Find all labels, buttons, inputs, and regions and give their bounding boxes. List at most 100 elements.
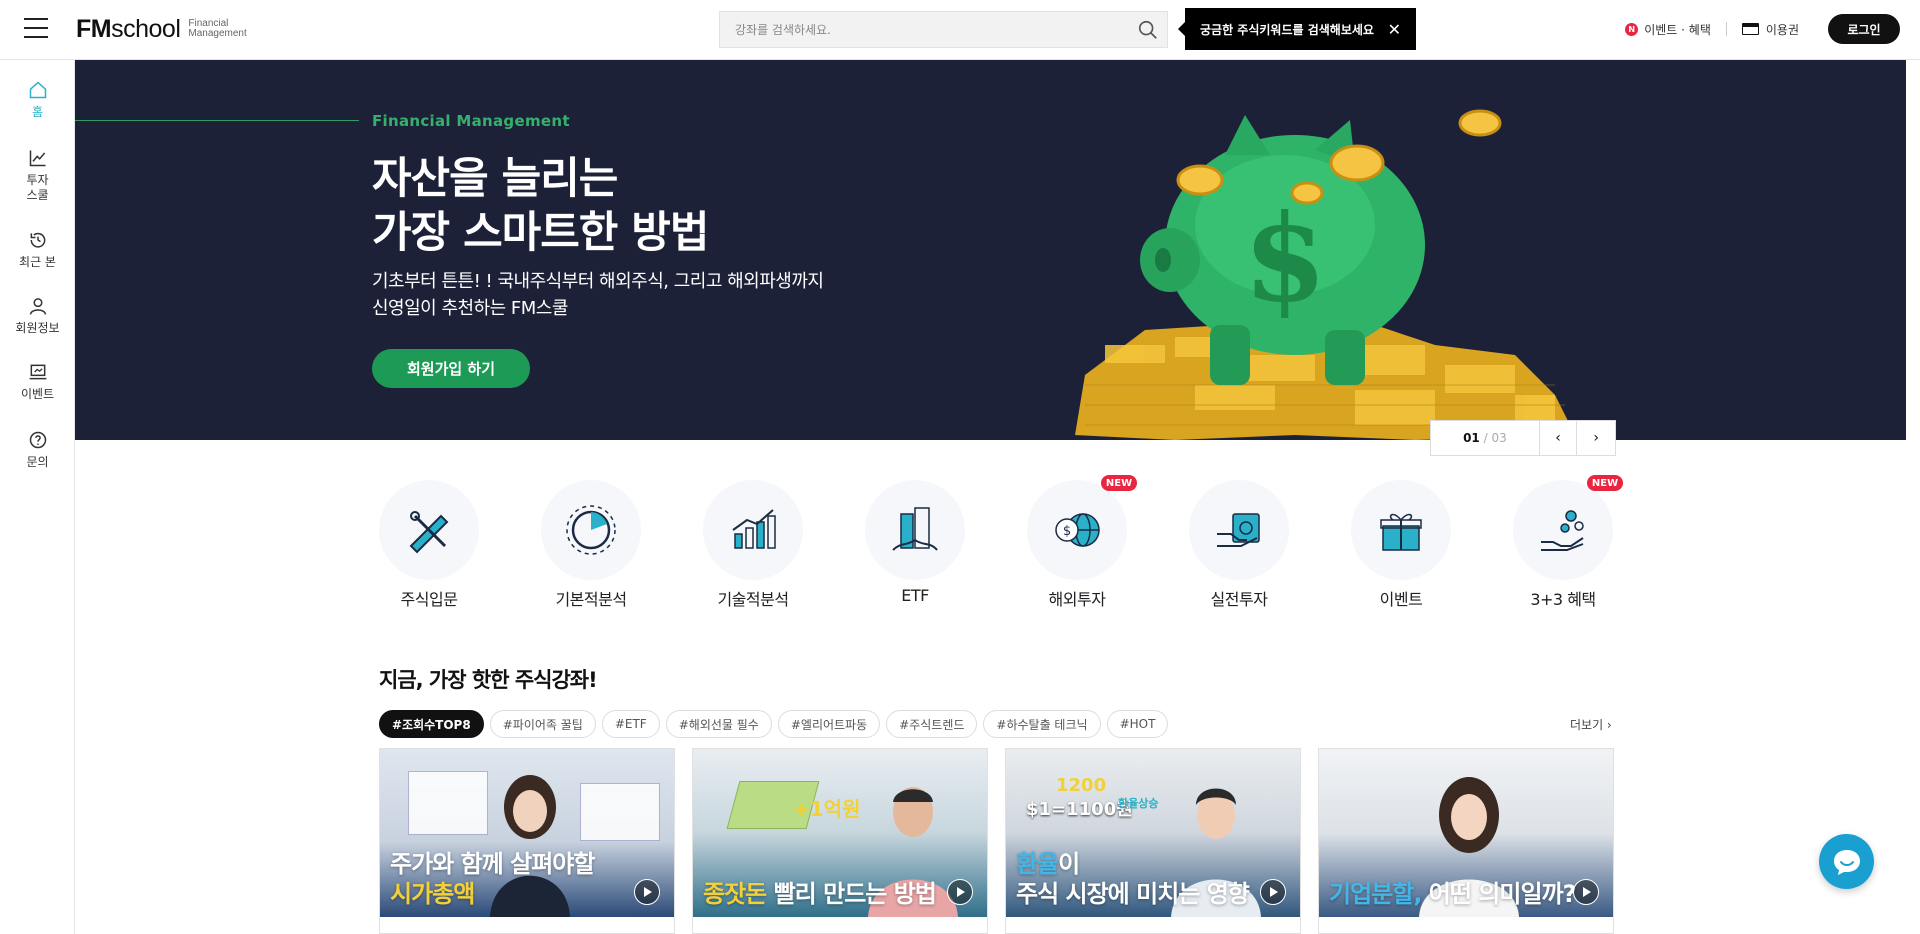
- search-input[interactable]: [720, 12, 1120, 47]
- sidebar-item-label: 이벤트: [20, 387, 55, 401]
- banner-description: 기초부터 튼튼! ! 국내주식부터 해외주식, 그리고 해외파생까지 신영일이 …: [372, 271, 824, 319]
- sidebar-item-recent[interactable]: 최근 본: [0, 230, 75, 270]
- category-label: 이벤트: [1379, 590, 1423, 609]
- login-button[interactable]: 로그인: [1828, 14, 1900, 44]
- svg-text:$: $: [1243, 188, 1327, 329]
- tag-filter[interactable]: #파이어족 꿀팁: [489, 710, 596, 738]
- tooltip-text: 궁금한 주식키워드를 검색해보세요: [1200, 22, 1374, 37]
- logo-text: FMschool: [76, 14, 181, 43]
- ticket-link[interactable]: 이용권: [1741, 21, 1799, 38]
- category-icon-wrap: $ NEW: [1027, 475, 1137, 580]
- play-icon[interactable]: [947, 879, 973, 905]
- category-stock-intro[interactable]: 주식입문: [369, 480, 489, 610]
- sidebar-item-label: 문의: [26, 455, 49, 469]
- search-box: [719, 11, 1168, 48]
- chat-button[interactable]: [1819, 834, 1874, 889]
- course-thumbnail: 주가와 함께 살펴야할 시가총액: [380, 749, 674, 917]
- category-icon-wrap: [541, 480, 641, 580]
- table-graphic: [580, 783, 660, 841]
- history-icon: [30, 232, 45, 248]
- course-thumbnail: $1=1100원 1200 환율상승 환율이 주식 시장에 미치는 영향: [1006, 749, 1300, 917]
- prev-slide-button[interactable]: ‹: [1540, 421, 1578, 455]
- tag-filter[interactable]: #엘리어트파동: [777, 710, 881, 738]
- category-3plus3[interactable]: NEW 3+3 혜택: [1503, 475, 1623, 610]
- category-label: 기술적분석: [717, 590, 789, 609]
- category-icon-wrap: [1351, 480, 1451, 580]
- play-icon[interactable]: [634, 879, 660, 905]
- search-icon[interactable]: [1137, 19, 1159, 41]
- banner-divider: [75, 120, 359, 121]
- course-card[interactable]: +1억원 종잣돈 빨리 만드는 방법: [692, 748, 988, 934]
- sidebar-item-label: 최근 본: [19, 255, 56, 269]
- course-thumbnail: 기업분할, 어떤 의미일까?: [1319, 749, 1613, 917]
- event-icon: [29, 364, 46, 380]
- tag-filter[interactable]: #하수탈출 테크닉: [983, 710, 1101, 738]
- course-card[interactable]: 기업분할, 어떤 의미일까?: [1318, 748, 1614, 934]
- course-card[interactable]: 주가와 함께 살펴야할 시가총액: [379, 748, 675, 934]
- category-icon-wrap: [865, 480, 965, 580]
- sidebar-item-home[interactable]: 홈: [0, 80, 75, 120]
- category-label: ETF: [901, 586, 929, 605]
- course-card[interactable]: $1=1100원 1200 환율상승 환율이 주식 시장에 미치는 영향: [1005, 748, 1301, 934]
- sidebar-item-help[interactable]: 문의: [0, 430, 75, 470]
- left-sidebar: 홈 투자 스쿨 최근 본 회원정보 이벤트 문의: [0, 60, 75, 934]
- menu-icon[interactable]: [24, 18, 48, 40]
- category-practical[interactable]: 실전투자: [1179, 480, 1299, 610]
- play-icon[interactable]: [1573, 879, 1599, 905]
- banner-title: 자산을 늘리는 가장 스마트한 방법: [372, 154, 709, 258]
- category-etf[interactable]: ETF: [855, 480, 975, 605]
- ticket-label: 이용권: [1765, 22, 1799, 37]
- tag-filter[interactable]: #HOT: [1106, 710, 1169, 738]
- header-utility: N 이벤트 · 혜택 이용권 로그인: [1625, 13, 1900, 45]
- category-label: 주식입문: [400, 590, 458, 609]
- sidebar-item-school[interactable]: 투자 스쿨: [0, 148, 75, 203]
- logo-subtext: Financial Management: [188, 18, 247, 39]
- tag-filter[interactable]: #ETF: [601, 710, 660, 738]
- category-icon-wrap: NEW: [1513, 475, 1623, 580]
- sidebar-item-event[interactable]: 이벤트: [0, 362, 75, 402]
- course-caption: 주가와 함께 살펴야할 시가총액: [390, 850, 595, 908]
- section-title: 지금, 가장 핫한 주식강좌!: [379, 668, 598, 692]
- sidebar-item-label: 투자 스쿨: [26, 173, 49, 202]
- play-icon[interactable]: [1260, 879, 1286, 905]
- overlay-text: $1=1100원: [1026, 799, 1133, 820]
- course-caption: 종잣돈 빨리 만드는 방법: [703, 880, 937, 908]
- tag-filter[interactable]: #해외선물 필수: [665, 710, 772, 738]
- tag-filter-list: #조회수TOP8 #파이어족 꿀팁 #ETF #해외선물 필수 #엘리어트파동 …: [379, 710, 1174, 738]
- next-slide-button[interactable]: ›: [1577, 421, 1615, 455]
- table-graphic: [408, 771, 488, 835]
- category-icon-wrap: [1189, 480, 1289, 580]
- banner-subtitle: Financial Management: [372, 112, 570, 130]
- sidebar-item-member[interactable]: 회원정보: [0, 296, 75, 336]
- buildings-icon: [892, 507, 938, 551]
- close-icon[interactable]: ✕: [1388, 20, 1401, 39]
- tag-filter[interactable]: #조회수TOP8: [379, 710, 484, 738]
- category-label: 실전투자: [1210, 590, 1268, 609]
- tag-filter[interactable]: #주식트렌드: [886, 710, 978, 738]
- category-icon-wrap: [379, 480, 479, 580]
- overlay-text: 1200: [1056, 775, 1107, 796]
- signup-button[interactable]: 회원가입 하기: [372, 349, 530, 388]
- pen-ruler-icon: [409, 511, 449, 554]
- gift-icon: [1380, 513, 1422, 551]
- category-technical[interactable]: 기술적분석: [693, 480, 813, 610]
- course-caption: 기업분할, 어떤 의미일까?: [1329, 880, 1577, 908]
- event-benefit-link[interactable]: N 이벤트 · 혜택: [1625, 21, 1711, 38]
- coins-hand-icon: [1541, 510, 1584, 551]
- home-icon: [29, 81, 46, 99]
- top-header: FMschool FinancialManagement 궁금한 주식키워드를 …: [0, 0, 1920, 60]
- course-caption: 환율이 주식 시장에 미치는 영향: [1016, 850, 1250, 908]
- cash-hand-icon: [1217, 513, 1260, 547]
- globe-dollar-icon: $: [1055, 513, 1100, 547]
- category-fundamental[interactable]: 기본적분석: [531, 480, 651, 610]
- overlay-text: 환율상승: [1118, 797, 1159, 810]
- category-icon-wrap: [703, 480, 803, 580]
- overlay-text: +1억원: [793, 797, 861, 821]
- category-event[interactable]: 이벤트: [1341, 480, 1461, 610]
- category-overseas[interactable]: $ NEW 해외투자: [1017, 475, 1137, 610]
- logo[interactable]: FMschool Financial Management: [76, 14, 247, 44]
- more-link[interactable]: 더보기 ›: [1570, 716, 1612, 733]
- chart-icon: [29, 150, 45, 167]
- new-badge: NEW: [1101, 475, 1137, 491]
- user-icon: [29, 298, 46, 315]
